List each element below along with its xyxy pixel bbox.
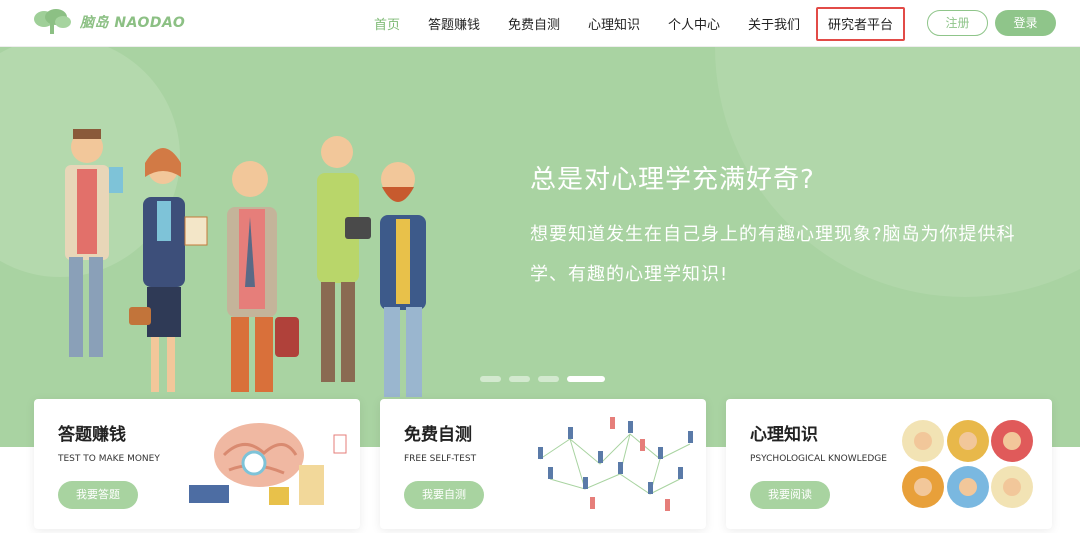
nav-psych-knowledge[interactable]: 心理知识 <box>588 14 640 33</box>
card-subtitle: PSYCHOLOGICAL KNOWLEDGE <box>750 454 887 464</box>
nav-personal-center[interactable]: 个人中心 <box>668 14 720 33</box>
brain-tree-logo-icon <box>34 9 71 34</box>
card-free-test[interactable]: 免费自测 FREE SELF-TEST 我要自测 <box>380 399 706 529</box>
nav-researcher-platform[interactable]: 研究者平台 <box>828 14 893 33</box>
person-figure <box>129 148 208 392</box>
card-title: 答题赚钱 <box>58 425 126 445</box>
login-button[interactable]: 登录 <box>995 10 1056 36</box>
psychologist-avatars-illustration <box>902 420 1033 508</box>
brain-lab-illustration <box>189 423 347 505</box>
nav-answer-earn[interactable]: 答题赚钱 <box>428 14 480 33</box>
carousel-indicators <box>480 376 613 382</box>
answer-button[interactable]: 我要答题 <box>58 481 138 509</box>
hero-banner[interactable]: 总是对心理学充满好奇? 想要知道发生在自己身上的有趣心理现象?脑岛为你提供科学、… <box>0 47 1080 447</box>
carousel-dot[interactable] <box>538 376 559 382</box>
nav-home[interactable]: 首页 <box>374 14 400 33</box>
hero-title: 总是对心理学充满好奇? <box>530 165 815 195</box>
card-subtitle: FREE SELF-TEST <box>404 454 477 464</box>
person-figure <box>65 129 123 357</box>
carousel-dot[interactable] <box>480 376 501 382</box>
crowd-network-illustration <box>538 417 693 511</box>
carousel-dot[interactable] <box>509 376 530 382</box>
self-test-button[interactable]: 我要自测 <box>404 481 484 509</box>
card-title: 心理知识 <box>750 425 818 445</box>
logo[interactable]: 脑岛 NAODAO <box>32 8 185 36</box>
person-figure <box>227 161 299 392</box>
hero-description: 想要知道发生在自己身上的有趣心理现象?脑岛为你提供科学、有趣的心理学知识! <box>530 224 1016 285</box>
carousel-dot-active[interactable] <box>567 376 605 382</box>
card-psych-knowledge[interactable]: 心理知识 PSYCHOLOGICAL KNOWLEDGE 我要阅读 <box>726 399 1052 529</box>
read-button[interactable]: 我要阅读 <box>750 481 830 509</box>
card-answer-earn[interactable]: 答题赚钱 TEST TO MAKE MONEY 我要答题 <box>34 399 360 529</box>
psychologists-illustration <box>65 129 426 397</box>
nav-about-us[interactable]: 关于我们 <box>748 14 800 33</box>
card-subtitle: TEST TO MAKE MONEY <box>58 454 160 464</box>
card-title: 免费自测 <box>404 425 472 445</box>
top-nav: 脑岛 NAODAO 首页 答题赚钱 免费自测 心理知识 个人中心 关于我们 研究… <box>0 0 1080 47</box>
person-figure <box>317 136 371 382</box>
person-figure <box>380 162 426 397</box>
nav-free-test[interactable]: 免费自测 <box>508 14 560 33</box>
register-button[interactable]: 注册 <box>927 10 988 36</box>
logo-text: 脑岛 NAODAO <box>80 15 186 31</box>
